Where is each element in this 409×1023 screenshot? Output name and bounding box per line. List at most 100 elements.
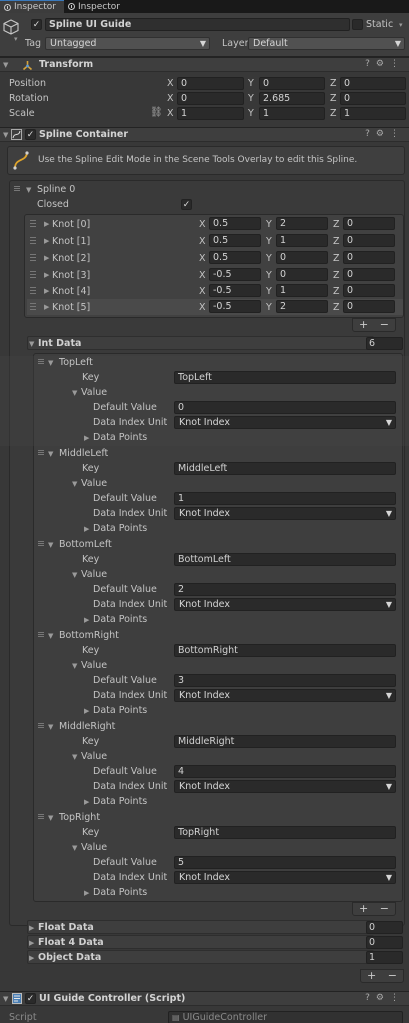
expand-arrow-icon[interactable]: ▶ — [44, 303, 49, 311]
expand-arrow-icon[interactable]: ▶ — [44, 254, 49, 262]
data-index-unit-dropdown[interactable]: Knot Index ▼ — [174, 689, 396, 702]
knot-y-field[interactable]: 1 — [276, 284, 328, 297]
default-value-field[interactable]: 5 — [174, 856, 396, 869]
data-index-unit-dropdown[interactable]: Knot Index ▼ — [174, 871, 396, 884]
expand-arrow-icon[interactable]: ▼ — [72, 753, 77, 761]
knot-row[interactable]: ▶ Knot [0] X 0.5 Y 2 Z 0 — [27, 216, 403, 232]
remove-knot-button[interactable]: − — [380, 318, 389, 331]
drag-handle-icon[interactable] — [30, 303, 36, 310]
rotation-x-field[interactable]: 0 — [177, 92, 244, 105]
active-checkbox[interactable]: ✓ — [31, 19, 42, 30]
expand-arrow-icon[interactable]: ▶ — [84, 707, 89, 715]
expand-arrow-icon[interactable]: ▶ — [44, 237, 49, 245]
data-index-unit-dropdown[interactable]: Knot Index ▼ — [174, 598, 396, 611]
knot-x-field[interactable]: 0.5 — [209, 217, 261, 230]
expand-arrow-icon[interactable]: ▶ — [84, 798, 89, 806]
link-icon[interactable]: ⛓ — [150, 107, 163, 118]
object-data-count-field[interactable]: 1 — [366, 951, 403, 964]
drag-handle-icon[interactable] — [30, 287, 36, 294]
expand-arrow-icon[interactable]: ▼ — [26, 186, 31, 194]
scale-x-field[interactable]: 1 — [177, 107, 244, 120]
default-value-field[interactable]: 1 — [174, 492, 396, 505]
drag-handle-icon[interactable] — [30, 271, 36, 278]
knot-x-field[interactable]: -0.5 — [209, 284, 261, 297]
default-value-field[interactable]: 2 — [174, 583, 396, 596]
spline-container-header[interactable]: ▼ ✓ Spline Container ?⚙⋮ — [0, 127, 409, 142]
knot-z-field[interactable]: 0 — [343, 217, 395, 230]
expand-arrow-icon[interactable]: ▶ — [84, 525, 89, 533]
expand-arrow-icon[interactable]: ▶ — [44, 220, 49, 228]
knot-z-field[interactable]: 0 — [343, 268, 395, 281]
key-field[interactable]: BottomRight — [174, 644, 396, 657]
expand-arrow-icon[interactable]: ▶ — [44, 287, 49, 295]
int-data-add-remove-buttons[interactable]: + − — [352, 902, 396, 916]
expand-arrow-icon[interactable]: ▶ — [84, 434, 89, 442]
expand-arrow-icon[interactable]: ▶ — [44, 271, 49, 279]
key-field[interactable]: MiddleLeft — [174, 462, 396, 475]
knot-row[interactable]: ▶ Knot [4] X -0.5 Y 1 Z 0 — [27, 283, 403, 299]
component-header-buttons[interactable]: ?⚙⋮ — [365, 129, 405, 139]
key-field[interactable]: MiddleRight — [174, 735, 396, 748]
tab-inspector-1[interactable]: Inspector — [0, 0, 64, 13]
expand-arrow-icon[interactable]: ▼ — [48, 814, 53, 822]
component-header-buttons[interactable]: ?⚙⋮ — [365, 59, 405, 69]
expand-arrow-icon[interactable]: ▼ — [48, 359, 53, 367]
position-x-field[interactable]: 0 — [177, 77, 244, 90]
name-field[interactable]: Spline UI Guide — [45, 18, 350, 31]
transform-header[interactable]: ▼ Transform ?⚙⋮ — [0, 57, 409, 72]
position-z-field[interactable]: 0 — [340, 77, 406, 90]
knot-y-field[interactable]: 0 — [276, 251, 328, 264]
closed-checkbox[interactable]: ✓ — [181, 199, 192, 210]
expand-arrow-icon[interactable]: ▼ — [48, 541, 53, 549]
tab-inspector-2[interactable]: Inspector — [64, 0, 128, 13]
expand-arrow-icon[interactable]: ▼ — [72, 571, 77, 579]
knot-x-field[interactable]: -0.5 — [209, 300, 261, 313]
default-value-field[interactable]: 3 — [174, 674, 396, 687]
default-value-field[interactable]: 4 — [174, 765, 396, 778]
expand-arrow-icon[interactable]: ▶ — [84, 889, 89, 897]
knot-z-field[interactable]: 0 — [343, 251, 395, 264]
expand-arrow-icon[interactable]: ▼ — [72, 480, 77, 488]
static-dropdown-icon[interactable]: ▾ — [399, 21, 403, 29]
knot-add-remove-buttons[interactable]: + − — [352, 318, 396, 332]
float-data-count-field[interactable]: 0 — [366, 921, 403, 934]
component-header-buttons[interactable]: ?⚙⋮ — [365, 993, 405, 1003]
int-data-foldout[interactable]: ▼ Int Data — [27, 336, 374, 350]
default-value-field[interactable]: 0 — [174, 401, 396, 414]
knot-x-field[interactable]: 0.5 — [209, 251, 261, 264]
add-knot-button[interactable]: + — [359, 318, 368, 331]
ui-guide-controller-header[interactable]: ▼ ✓ UI Guide Controller (Script) ?⚙⋮ — [0, 991, 409, 1006]
data-index-unit-dropdown[interactable]: Knot Index ▼ — [174, 780, 396, 793]
knot-y-field[interactable]: 0 — [276, 268, 328, 281]
drag-handle-icon[interactable] — [38, 359, 44, 364]
knot-z-field[interactable]: 0 — [343, 234, 395, 247]
knot-y-field[interactable]: 2 — [276, 217, 328, 230]
knot-row[interactable]: ▶ Knot [3] X -0.5 Y 0 Z 0 — [27, 267, 403, 283]
drag-handle-icon[interactable] — [30, 254, 36, 261]
rotation-z-field[interactable]: 0 — [340, 92, 406, 105]
drag-handle-icon[interactable] — [38, 632, 44, 637]
enabled-checkbox[interactable]: ✓ — [25, 129, 36, 140]
rotation-y-field[interactable]: 2.685 — [259, 92, 325, 105]
drag-handle-icon[interactable] — [38, 723, 44, 728]
tag-dropdown[interactable]: Untagged ▼ — [45, 37, 210, 50]
add-spline-button[interactable]: + — [367, 969, 376, 982]
float4-data-foldout[interactable]: ▶ Float 4 Data — [27, 935, 374, 949]
expand-arrow-icon[interactable]: ▼ — [48, 723, 53, 731]
remove-spline-button[interactable]: − — [388, 969, 397, 982]
float-data-foldout[interactable]: ▶ Float Data — [27, 920, 374, 934]
object-data-foldout[interactable]: ▶ Object Data — [27, 950, 374, 964]
drag-handle-icon[interactable] — [14, 186, 20, 191]
drag-handle-icon[interactable] — [38, 541, 44, 546]
expand-arrow-icon[interactable]: ▼ — [72, 844, 77, 852]
expand-arrow-icon[interactable]: ▼ — [72, 389, 77, 397]
drag-handle-icon[interactable] — [30, 220, 36, 227]
data-index-unit-dropdown[interactable]: Knot Index ▼ — [174, 507, 396, 520]
data-index-unit-dropdown[interactable]: Knot Index ▼ — [174, 416, 396, 429]
remove-entry-button[interactable]: − — [380, 902, 389, 915]
add-entry-button[interactable]: + — [359, 902, 368, 915]
int-data-count-field[interactable]: 6 — [366, 337, 403, 350]
knot-row[interactable]: ▶ Knot [5] X -0.5 Y 2 Z 0 — [27, 299, 403, 315]
layer-dropdown[interactable]: Default ▼ — [248, 37, 405, 50]
expand-arrow-icon[interactable]: ▼ — [72, 662, 77, 670]
